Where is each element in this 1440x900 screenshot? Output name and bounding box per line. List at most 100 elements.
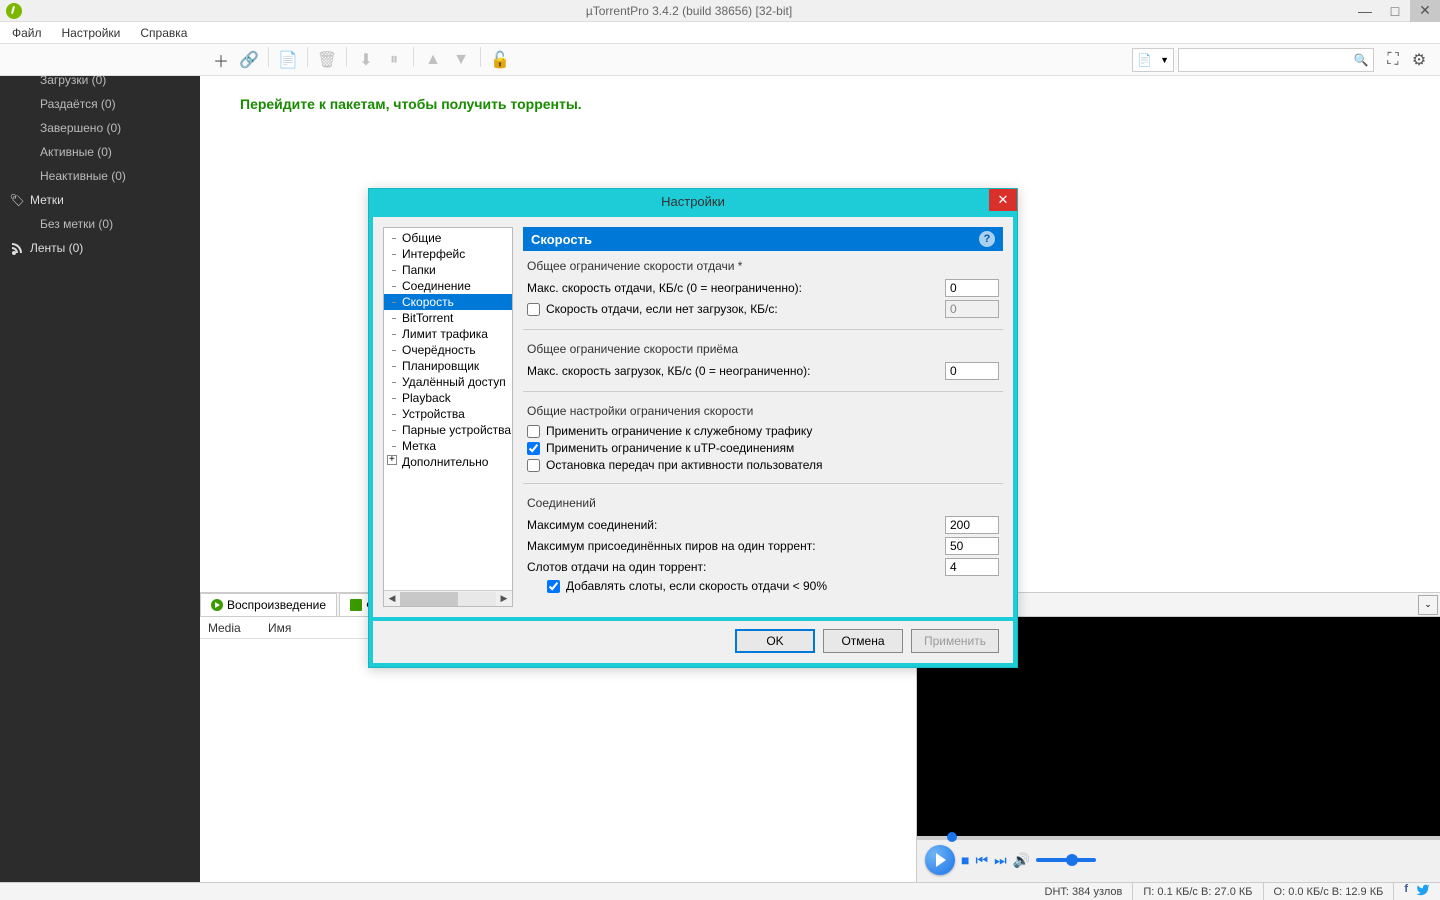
dialog-title[interactable]: Настройки ✕ [369,189,1017,213]
tree-queue[interactable]: Очерёдность [384,342,512,358]
max-download-label: Макс. скорость загрузок, КБ/с (0 = неогр… [527,364,945,378]
sidebar-feeds-header[interactable]: Ленты (0) [0,236,200,260]
volume-slider[interactable] [1036,858,1096,862]
chevron-down-icon: ⌄ [1424,599,1432,610]
max-upload-input[interactable] [945,279,999,297]
window-title: µTorrentPro 3.4.2 (build 38656) [32-bit] [28,4,1350,18]
group-download-title: Общее ограничение скорости приёма [527,342,999,356]
play-button[interactable] [925,845,955,875]
scroll-right-icon[interactable]: ▶ [496,592,512,606]
stop-button[interactable]: ■ [961,852,969,868]
tree-label[interactable]: Метка [384,438,512,454]
status-download[interactable]: П: 0.1 КБ/с В: 27.0 КБ [1133,883,1263,900]
search-category[interactable]: 📄 ▼ [1132,48,1174,72]
tree-playback[interactable]: Playback [384,390,512,406]
minimize-button[interactable]: — [1350,0,1380,22]
max-download-input[interactable] [945,362,999,380]
sidebar-item-inactive[interactable]: Неактивные (0) [0,164,200,188]
pause-button[interactable]: ⏸ [381,47,407,73]
down-button[interactable]: ▼ [448,47,474,73]
sidebar-labels-header[interactable]: 🏷 Метки [0,188,200,212]
sidebar-item-completed[interactable]: Завершено (0) [0,116,200,140]
tree-interface[interactable]: Интерфейс [384,246,512,262]
col-media[interactable]: Media [208,621,268,635]
add-url-button[interactable]: 🔗 [236,47,262,73]
stop-label: Остановка передач при активности пользов… [546,458,823,472]
statusbar: DHT: 384 узлов П: 0.1 КБ/с В: 27.0 КБ О:… [0,882,1440,900]
cancel-button[interactable]: Отмена [823,629,903,653]
twitter-icon[interactable] [1416,883,1430,900]
scroll-left-icon[interactable]: ◀ [384,592,400,606]
tab-play[interactable]: Воспроизведение [200,593,337,616]
tree-remote[interactable]: Удалённый доступ [384,374,512,390]
close-button[interactable]: ✕ [1410,0,1440,22]
tree-general[interactable]: Общие [384,230,512,246]
menu-file[interactable]: Файл [2,23,52,43]
extra-slot-checkbox[interactable] [547,580,560,593]
stop-checkbox[interactable] [527,459,540,472]
promo-text[interactable]: Перейдите к пакетам, чтобы получить торр… [240,96,1400,112]
create-torrent-button[interactable]: 📄 [275,47,301,73]
col-name[interactable]: Имя [268,621,291,635]
start-button[interactable]: ⬇ [353,47,379,73]
group-rate-title: Общие настройки ограничения скорости [527,404,999,418]
utp-checkbox[interactable] [527,442,540,455]
max-peers-input[interactable] [945,537,999,555]
settings-button[interactable]: ⚙ [1406,47,1432,73]
tree-scrollbar[interactable]: ◀ ▶ [384,590,512,606]
sidebar-item-nolabel[interactable]: Без метки (0) [0,212,200,236]
dialog-close-button[interactable]: ✕ [989,189,1017,211]
seek-slider[interactable] [917,836,1440,840]
max-conn-input[interactable] [945,516,999,534]
maximize-button[interactable]: □ [1380,0,1410,22]
search-box: 🔍 [1178,48,1374,72]
tree-folders[interactable]: Папки [384,262,512,278]
file-icon: 📄 [1133,53,1156,67]
search-input[interactable] [1179,53,1349,67]
tree-traffic[interactable]: Лимит трафика [384,326,512,342]
ok-button[interactable]: OK [735,629,815,653]
tree-advanced[interactable]: Дополнительно [384,454,512,470]
remote-button[interactable]: ⛶ [1380,47,1406,73]
delete-button[interactable]: 🗑 [314,47,340,73]
max-peers-label: Максимум присоединённых пиров на один то… [527,539,945,553]
sidebar-item-active[interactable]: Активные (0) [0,140,200,164]
search-button[interactable]: 🔍 [1349,49,1373,71]
tab-play-label: Воспроизведение [227,598,326,612]
menu-settings[interactable]: Настройки [52,23,131,43]
status-upload[interactable]: О: 0.0 КБ/с В: 12.9 КБ [1264,883,1395,900]
tree-paired[interactable]: Парные устройства [384,422,512,438]
rss-icon [10,241,24,255]
alt-upload-checkbox[interactable] [527,303,540,316]
tree-devices[interactable]: Устройства [384,406,512,422]
overhead-label: Применить ограничение к служебному трафи… [546,424,812,438]
up-button[interactable]: ▲ [420,47,446,73]
next-button[interactable]: ⏭ [994,852,1007,869]
sidebar-item-seeding[interactable]: Раздаётся (0) [0,92,200,116]
menu-help[interactable]: Справка [130,23,197,43]
media-player: ■ ⏮ ⏭ 🔊 [917,838,1440,882]
volume-icon[interactable]: 🔊 [1013,852,1030,869]
tree-speed[interactable]: Скорость [384,294,512,310]
sidebar: ⇅ Торренты (0) Загрузки (0) Раздаётся (0… [0,44,200,882]
separator [480,47,481,67]
folder-icon [350,599,362,611]
apply-button[interactable]: Применить [911,629,999,653]
status-dht[interactable]: DHT: 384 узлов [1035,883,1134,900]
overhead-checkbox[interactable] [527,425,540,438]
play-icon [211,599,223,611]
chevron-down-icon: ▼ [1156,55,1173,65]
facebook-icon[interactable]: f [1404,883,1408,900]
tabs-menu-button[interactable]: ⌄ [1418,595,1438,615]
tree-scheduler[interactable]: Планировщик [384,358,512,374]
unlock-button[interactable]: 🔓 [487,47,513,73]
separator [413,47,414,67]
slots-input[interactable] [945,558,999,576]
help-icon[interactable]: ? [979,231,995,247]
toolbar: ＋ 🔗 📄 🗑 ⬇ ⏸ ▲ ▼ 🔓 📄 ▼ [0,44,1440,76]
tree-connection[interactable]: Соединение [384,278,512,294]
feeds-label: Ленты (0) [30,241,83,255]
prev-button[interactable]: ⏮ [975,852,988,869]
add-torrent-button[interactable]: ＋ [208,47,234,73]
tree-bittorrent[interactable]: BitTorrent [384,310,512,326]
